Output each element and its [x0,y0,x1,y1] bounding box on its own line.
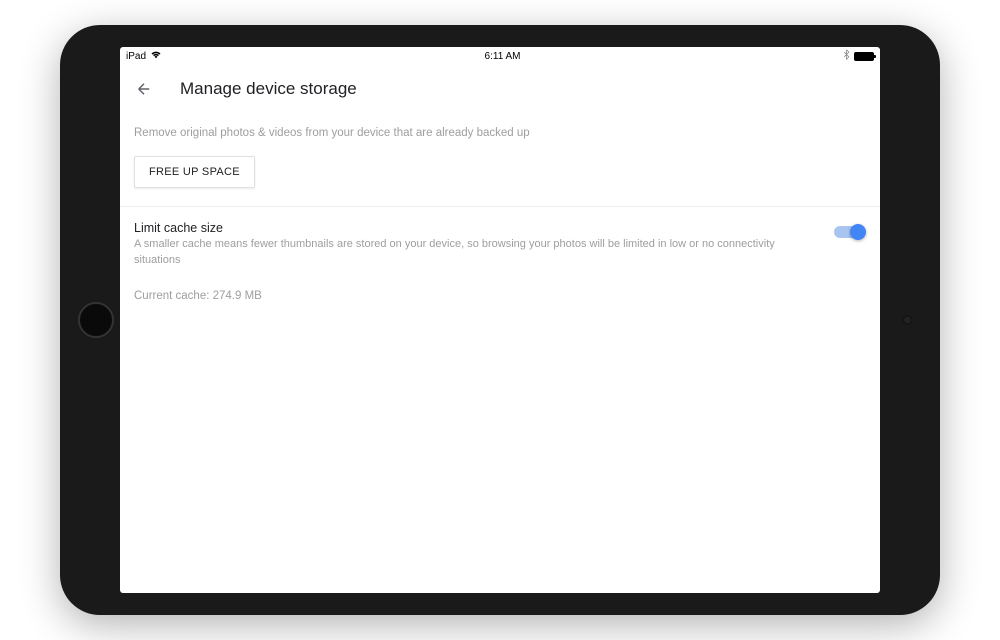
limit-cache-row: Limit cache size A smaller cache means f… [134,207,866,276]
tablet-frame: iPad 6:11 AM [60,25,940,615]
free-up-space-button[interactable]: FREE UP SPACE [134,156,255,188]
bluetooth-icon [843,49,850,63]
home-button[interactable] [78,302,114,338]
free-up-section: Remove original photos & videos from you… [134,113,866,200]
back-button[interactable] [132,77,156,101]
content-area: Remove original photos & videos from you… [120,113,880,302]
device-label: iPad [126,51,146,62]
page-title: Manage device storage [180,79,357,99]
limit-cache-title: Limit cache size [134,221,812,235]
free-up-description: Remove original photos & videos from you… [134,125,866,142]
limit-cache-toggle[interactable] [832,223,866,241]
camera [903,316,912,325]
status-time: 6:11 AM [485,51,521,62]
current-cache-label: Current cache: 274.9 MB [134,290,866,302]
battery-icon [854,52,874,61]
limit-cache-description: A smaller cache means fewer thumbnails a… [134,237,812,268]
wifi-icon [150,50,162,63]
status-bar: iPad 6:11 AM [120,47,880,65]
app-header: Manage device storage [120,65,880,113]
screen: iPad 6:11 AM [120,47,880,593]
